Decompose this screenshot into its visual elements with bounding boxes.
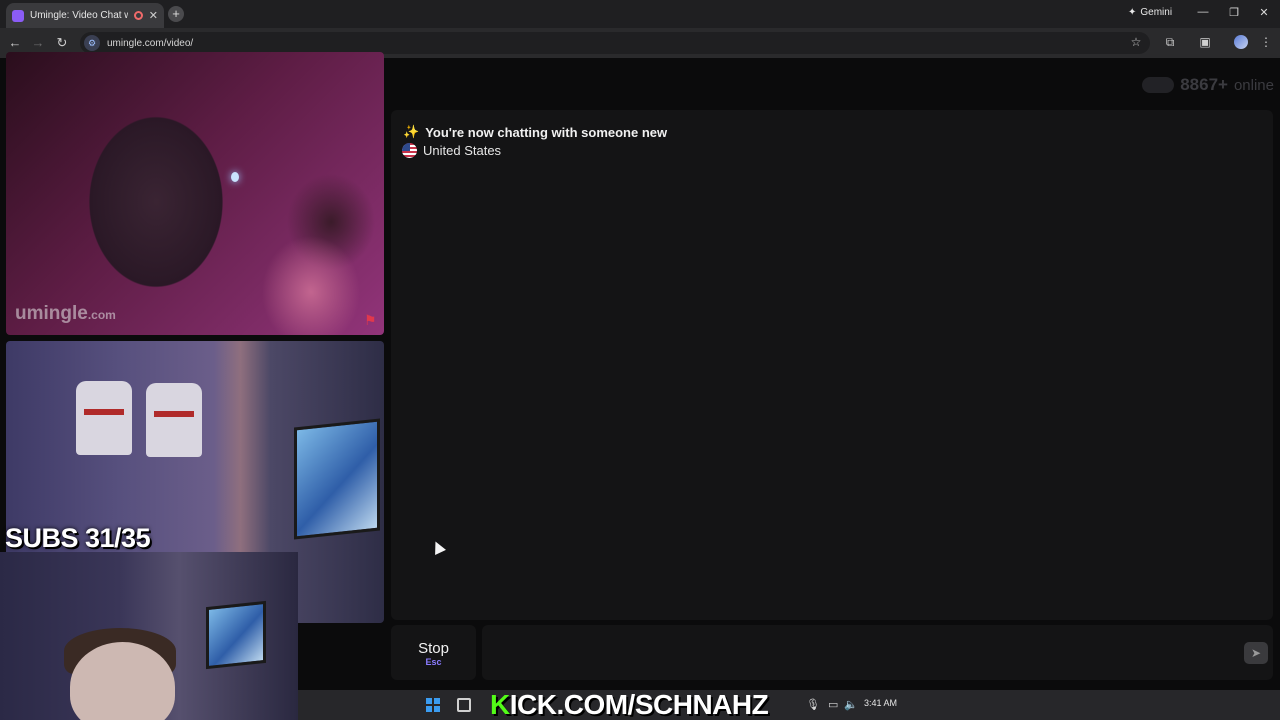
- subs-overlay: SUBS 31/35: [5, 523, 151, 553]
- country-name: United States: [423, 143, 502, 158]
- close-window-button[interactable]: ✕: [1257, 6, 1271, 19]
- restore-button[interactable]: ❐: [1227, 6, 1241, 19]
- send-icon[interactable]: ➤: [1244, 642, 1268, 664]
- streamer-facecam: [0, 552, 298, 720]
- stop-button[interactable]: Stop Esc: [391, 625, 476, 680]
- gemini-label: Gemini: [1140, 7, 1173, 18]
- online-indicator: 8867+ online: [1142, 75, 1274, 95]
- us-flag-icon: [402, 143, 417, 158]
- microphone-icon[interactable]: 🎙: [806, 698, 820, 711]
- bookmark-star-icon[interactable]: ☆: [1128, 35, 1144, 49]
- tv-screen: [206, 600, 266, 670]
- stream-banner: KICK.COM/SCHNAHZ: [490, 689, 769, 720]
- report-flag-icon[interactable]: ⚑: [364, 312, 377, 329]
- browser-titlebar: Umingle: Video Chat with S ✕ + ✦ Gemini …: [0, 0, 1280, 28]
- banner-prefix: K: [490, 689, 510, 720]
- side-panel-icon[interactable]: ▣: [1197, 35, 1213, 49]
- jersey-decor: [76, 381, 132, 455]
- tab-close-icon[interactable]: ✕: [149, 9, 158, 22]
- taskbar-clock[interactable]: 3:41 AM: [864, 698, 897, 708]
- gemini-button[interactable]: ✦ Gemini: [1128, 7, 1172, 18]
- tv-screen: [294, 418, 380, 540]
- umingle-favicon-icon: [12, 9, 24, 22]
- watermark-suffix: .com: [87, 308, 116, 322]
- online-toggle[interactable]: [1142, 77, 1175, 93]
- system-message: ✨ You're now chatting with someone new: [403, 124, 667, 140]
- address-bar[interactable]: ⚙ umingle.com/video/: [80, 32, 1150, 54]
- url-text: umingle.com/video/: [107, 37, 194, 49]
- browser-menu-icon[interactable]: ⋮: [1258, 35, 1274, 49]
- online-label: online: [1233, 76, 1274, 94]
- profile-avatar[interactable]: [1234, 35, 1248, 49]
- sparkles-icon: ✨: [403, 124, 420, 139]
- forward-arrow-icon[interactable]: →: [30, 35, 46, 50]
- network-icon[interactable]: ▭: [828, 698, 838, 711]
- stranger-video: umingle.com ⚑: [6, 52, 384, 335]
- tab-title: Umingle: Video Chat with S: [30, 10, 128, 21]
- gemini-sparkle-icon: ✦: [1128, 7, 1137, 18]
- windows-start-icon[interactable]: [426, 698, 440, 712]
- chat-panel: ✨ You're now chatting with someone new U…: [391, 110, 1273, 620]
- message-input[interactable]: [482, 625, 1273, 680]
- windows-taskbar: KICK.COM/SCHNAHZ 🎙 ▭ 🔈 3:41 AM: [298, 690, 1280, 720]
- site-info-icon[interactable]: ⚙: [84, 35, 100, 51]
- system-message-text: You're now chatting with someone new: [425, 124, 668, 140]
- task-view-icon[interactable]: [457, 698, 471, 712]
- stranger-country: United States: [402, 143, 501, 158]
- minimize-button[interactable]: —: [1196, 6, 1210, 18]
- recording-indicator-icon: [133, 11, 143, 20]
- reload-icon[interactable]: ↻: [54, 35, 70, 51]
- online-count: 8867+: [1180, 75, 1228, 94]
- extensions-puzzle-icon[interactable]: ⧉: [1162, 35, 1178, 50]
- watermark-main: umingle: [15, 303, 88, 324]
- volume-icon[interactable]: 🔈: [844, 698, 858, 711]
- background-light: [231, 172, 239, 182]
- banner-rest: ICK.COM/SCHNAHZ: [509, 689, 769, 720]
- back-arrow-icon[interactable]: ←: [7, 35, 23, 50]
- video-watermark: umingle.com: [15, 303, 116, 325]
- stop-shortcut: Esc: [425, 657, 442, 667]
- stop-label: Stop: [418, 640, 449, 657]
- new-tab-button[interactable]: +: [168, 6, 184, 22]
- browser-tab-active[interactable]: Umingle: Video Chat with S ✕: [6, 3, 164, 28]
- jersey-decor: [146, 383, 202, 457]
